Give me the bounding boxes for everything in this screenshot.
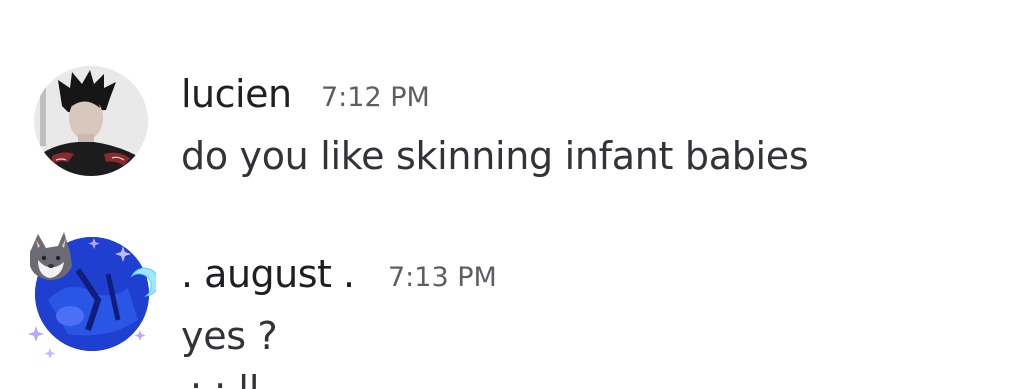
message-text: do you like skinning infant babies bbox=[181, 134, 809, 178]
user-avatar-icon bbox=[34, 66, 148, 176]
message-timestamp: 7:13 PM bbox=[388, 262, 497, 293]
next-message-cut-off: · · ll bbox=[190, 374, 310, 389]
cut-off-text-glyphs: · · ll bbox=[190, 374, 259, 389]
chat-message: lucien 7:12 PM do you like skinning infa… bbox=[0, 0, 1015, 200]
message-username[interactable]: . august . bbox=[181, 252, 355, 296]
chat-message: . august . 7:13 PM yes ? bbox=[0, 200, 1015, 389]
user-avatar-icon bbox=[28, 232, 156, 358]
message-username[interactable]: lucien bbox=[181, 72, 292, 116]
avatar[interactable] bbox=[28, 230, 156, 358]
message-timestamp: 7:12 PM bbox=[321, 82, 430, 113]
message-text: yes ? bbox=[181, 314, 278, 358]
chat-message-list: lucien 7:12 PM do you like skinning infa… bbox=[0, 0, 1015, 389]
avatar[interactable] bbox=[34, 66, 148, 176]
